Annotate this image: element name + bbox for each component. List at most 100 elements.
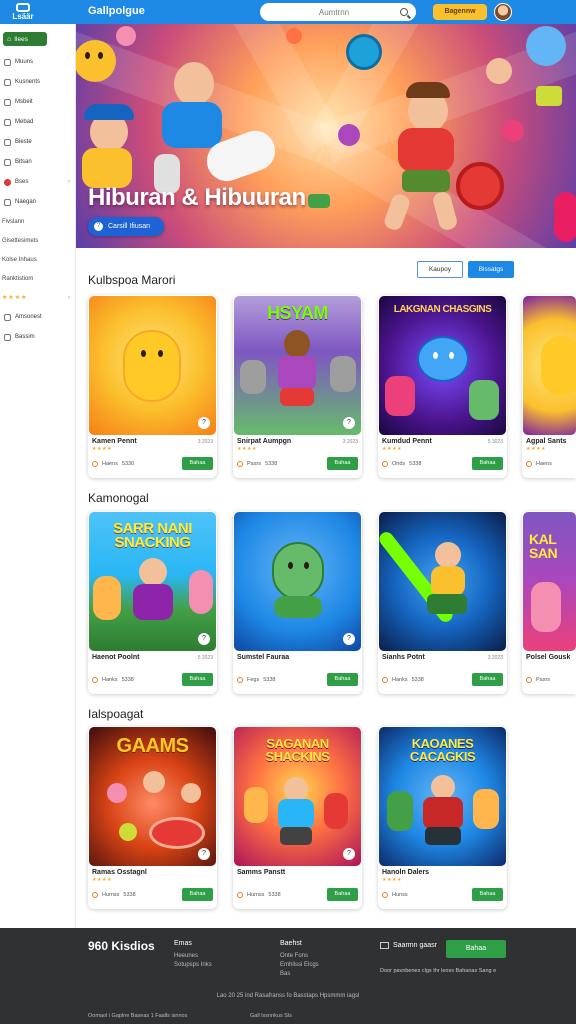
game-card[interactable]: SARR NANI SNACKING ? Haenot Poolnt 5 202…: [88, 511, 217, 694]
hero-play-button[interactable]: ? Carsill Ifiusan: [88, 217, 164, 236]
play-button[interactable]: Bahaa: [472, 457, 503, 470]
footer-link[interactable]: Onte Fons: [280, 953, 319, 959]
play-button[interactable]: Bahaa: [327, 673, 358, 686]
play-button[interactable]: Bahaa: [182, 673, 213, 686]
hero-banner[interactable]: Hiburan & Hibuuran ? Carsill Ifiusan: [76, 24, 576, 248]
site-logo[interactable]: Lsäär: [0, 0, 46, 24]
game-card[interactable]: SAGANAN SHACKINS ? Samms Panstt Hurnss 5…: [233, 726, 362, 909]
tab-bissatgs[interactable]: Bissatgs: [468, 261, 514, 278]
sidebar-item[interactable]: Mebad: [0, 112, 75, 132]
footer-column-title: Baehst: [280, 940, 302, 947]
sidebar-item[interactable]: Naegan: [0, 192, 75, 212]
sidebar-item[interactable]: Msbeit: [0, 92, 75, 112]
small-character: [338, 124, 360, 146]
game-card[interactable]: LAKGNAN CHASGINS Kumdud Pennt 5 3023 ★★★…: [378, 295, 507, 478]
info-badge-icon[interactable]: ?: [198, 633, 210, 645]
card-footer: Haens 5330: [92, 461, 134, 467]
boy-character-body: [398, 128, 454, 172]
game-card[interactable]: GAAMS ? Ramas Osstagnl ★★★★ Hurnss 5338 …: [88, 726, 217, 909]
sidebar-link[interactable]: Kolse Inhaus: [0, 250, 75, 269]
footer-link[interactable]: Bas: [280, 971, 319, 977]
card-footer: Hunss: [382, 892, 408, 898]
sidebar-item[interactable]: Amsonest: [0, 307, 75, 327]
footer-column: Emas Heeunes Sotupsps Inks: [174, 940, 212, 971]
mail-icon: [380, 942, 389, 949]
footer-link[interactable]: Heeunes: [174, 953, 212, 959]
rating-stars: ★★★★: [92, 877, 112, 883]
tab-kaupoy[interactable]: Kaupoy: [417, 261, 463, 278]
info-badge-icon[interactable]: ?: [343, 848, 355, 860]
game-thumbnail: KAOANES CACAGKIS: [379, 727, 506, 866]
footer-link[interactable]: Sotupsps Inks: [174, 962, 212, 968]
play-button[interactable]: Bahaa: [327, 457, 358, 470]
footer-legal-link[interactable]: Oomaol i Gaplne Baseas 1 Faalls isnnos: [88, 1013, 187, 1019]
sidebar-item-home[interactable]: ⌂ Ilees: [3, 32, 47, 46]
footer: 960 Kisdios Emas Heeunes Sotupsps Inks B…: [0, 928, 576, 1024]
game-card[interactable]: Agpal Sants ★★★★ Haens: [522, 295, 576, 478]
sidebar-item-label: Ilees: [14, 35, 28, 43]
game-card[interactable]: Sianhs Potnt 3 2023 Hanks 5338 Bahaa: [378, 511, 507, 694]
character-head: [143, 771, 165, 793]
info-badge-icon[interactable]: ?: [343, 633, 355, 645]
info-badge-icon[interactable]: ?: [198, 417, 210, 429]
footer-link[interactable]: Emhlissi Elcgs: [280, 962, 319, 968]
thumbnail-title: SARR NANI SNACKING: [113, 520, 192, 551]
game-card[interactable]: ? Kamen Pennt 3 2023 ★★★★ Haens 5330 Bah…: [88, 295, 217, 478]
small-character: [116, 26, 136, 46]
search-input[interactable]: Aumtrnn: [260, 3, 416, 21]
info-badge-icon[interactable]: ?: [343, 417, 355, 429]
game-title: Samms Panstt: [237, 869, 286, 876]
sidebar-item[interactable]: Bitsan: [0, 152, 75, 172]
thumbnail-title: HSYAM: [267, 303, 328, 323]
subscribe-label: Saarmn gaasr: [380, 942, 437, 949]
logo-text: Lsäär: [12, 12, 34, 21]
sidebar-item[interactable]: Bassim: [0, 327, 75, 347]
sidebar-link[interactable]: Gisettesimets: [0, 231, 75, 250]
play-button[interactable]: Bahaa: [182, 888, 213, 901]
section-title: Ialspoagat: [88, 707, 144, 721]
sidebar-item[interactable]: Kusnents: [0, 72, 75, 92]
game-card[interactable]: KAOANES CACAGKIS Hanoln Dalers ★★★★ Huns…: [378, 726, 507, 909]
footer-legal-link[interactable]: Gall lssnnkus Sls: [250, 1013, 292, 1019]
rating-stars: ★★★★: [237, 446, 257, 452]
side-character: [385, 376, 415, 416]
header-cta-button[interactable]: Bagennw: [433, 4, 487, 20]
hero-button-label: Carsill Ifiusan: [108, 223, 151, 230]
game-card[interactable]: ? Sumstel Fauraa Fegs 5338 Bahaa: [233, 511, 362, 694]
footer-logo[interactable]: 960 Kisdios: [88, 940, 155, 952]
sidebar-link[interactable]: Fivslann: [0, 212, 75, 231]
runner-character-head: [174, 62, 214, 106]
play-button[interactable]: Bahaa: [472, 888, 503, 901]
side-character: [189, 570, 213, 614]
search-icon[interactable]: [400, 8, 408, 16]
subscribe-button[interactable]: Bahaa: [446, 940, 506, 958]
character-head: [435, 542, 461, 568]
game-card[interactable]: KAL SAN Polsel Gousk Pasrs: [522, 511, 576, 694]
footer-column-title: Emas: [174, 940, 192, 947]
block-decoration: [536, 86, 562, 106]
info-badge-icon[interactable]: ?: [198, 848, 210, 860]
game-title: Sumstel Fauraa: [237, 654, 290, 661]
kid-character-hat: [84, 104, 134, 120]
sidebar-item[interactable]: Muuns: [0, 52, 75, 72]
grid-icon: [4, 78, 11, 86]
card-footer: Onds 5338: [382, 461, 421, 467]
avatar[interactable]: [494, 3, 512, 21]
sidebar-link[interactable]: Ranktistiom: [0, 269, 75, 288]
game-meta: 3 2023: [342, 439, 358, 445]
play-button[interactable]: Bahaa: [472, 673, 503, 686]
ball-prop: [119, 823, 137, 841]
play-button[interactable]: Bahaa: [182, 457, 213, 470]
play-button[interactable]: Bahaa: [327, 888, 358, 901]
thumbnail-title: LAKGNAN CHASGINS: [393, 304, 492, 315]
hero-title: Hiburan & Hibuuran: [88, 184, 306, 211]
players-icon: [237, 461, 243, 467]
character-head: [107, 783, 127, 803]
card-foot-label: Fegs: [247, 677, 260, 683]
sidebar-rating[interactable]: ★★★★ ›: [0, 288, 75, 307]
sidebar-item[interactable]: Bieste: [0, 132, 75, 152]
card-foot-count: 5338: [121, 677, 134, 683]
game-card[interactable]: HSYAM ? Snirpat Aumpgn 3 2023 ★★★★ Pasrs…: [233, 295, 362, 478]
runner-character-body: [162, 102, 222, 148]
sidebar-item[interactable]: Bses ›: [0, 172, 75, 192]
